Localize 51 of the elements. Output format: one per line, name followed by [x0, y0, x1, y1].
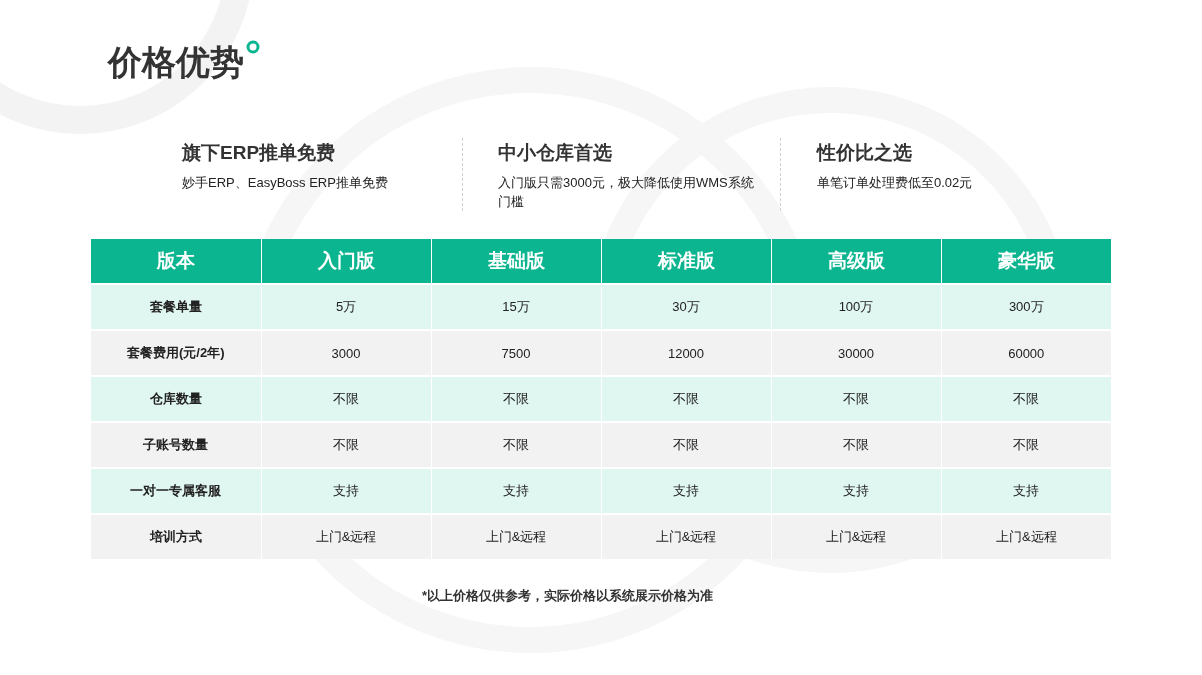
table-cell: 上门&远程	[431, 514, 601, 559]
row-label: 培训方式	[91, 514, 261, 559]
feature-heading: 中小仓库首选	[498, 141, 613, 165]
footnote: *以上价格仅供参考，实际价格以系统展示价格为准	[420, 587, 715, 605]
column-header: 入门版	[261, 239, 431, 284]
table-cell: 上门&远程	[601, 514, 771, 559]
column-header: 高级版	[771, 239, 941, 284]
column-header: 标准版	[601, 239, 771, 284]
table-cell: 支持	[941, 468, 1111, 514]
table-cell: 不限	[601, 422, 771, 468]
row-label: 套餐单量	[91, 284, 261, 330]
table-cell: 不限	[771, 376, 941, 422]
row-label: 一对一专属客服	[91, 468, 261, 514]
table-cell: 60000	[941, 330, 1111, 376]
table-cell: 300万	[941, 284, 1111, 330]
table-cell: 12000	[601, 330, 771, 376]
column-header: 版本	[91, 239, 261, 284]
table-cell: 不限	[941, 422, 1111, 468]
feature-text: 单笔订单处理费低至0.02元	[817, 174, 974, 192]
table-cell: 100万	[771, 284, 941, 330]
table-cell: 上门&远程	[261, 514, 431, 559]
table-cell: 不限	[941, 376, 1111, 422]
table-cell: 15万	[431, 284, 601, 330]
feature-heading: 性价比之选	[817, 141, 913, 165]
table-cell: 不限	[431, 376, 601, 422]
column-header: 豪华版	[941, 239, 1111, 284]
row-label: 套餐费用(元/2年)	[91, 330, 261, 376]
table-cell: 上门&远程	[941, 514, 1111, 559]
table-cell: 支持	[771, 468, 941, 514]
table-cell: 支持	[601, 468, 771, 514]
table-cell: 7500	[431, 330, 601, 376]
table-cell: 30万	[601, 284, 771, 330]
ring-icon	[246, 40, 260, 54]
table-cell: 不限	[601, 376, 771, 422]
table-cell: 30000	[771, 330, 941, 376]
table-cell: 3000	[261, 330, 431, 376]
table-cell: 不限	[771, 422, 941, 468]
table-cell: 不限	[261, 376, 431, 422]
feature-heading: 旗下ERP推单免费	[182, 141, 337, 165]
table-cell: 支持	[431, 468, 601, 514]
column-header: 基础版	[431, 239, 601, 284]
table-cell: 5万	[261, 284, 431, 330]
row-label: 仓库数量	[91, 376, 261, 422]
table-cell: 上门&远程	[771, 514, 941, 559]
table-cell: 不限	[261, 422, 431, 468]
page-title: 价格优势	[108, 42, 244, 83]
table-cell: 支持	[261, 468, 431, 514]
row-label: 子账号数量	[91, 422, 261, 468]
table-cell: 不限	[431, 422, 601, 468]
feature-text: 妙手ERP、EasyBoss ERP推单免费	[182, 174, 389, 192]
feature-text: 入门版只需3000元，极大降低使用WMS系统门槛	[498, 174, 755, 211]
